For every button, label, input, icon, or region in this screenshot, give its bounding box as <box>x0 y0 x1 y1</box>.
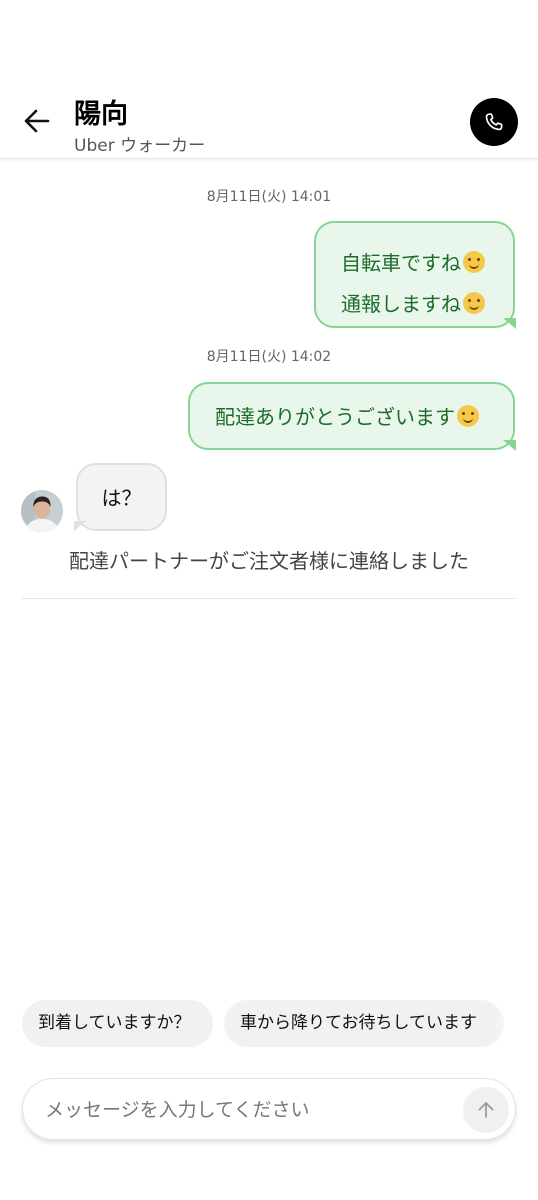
quick-replies: 到着していますか？ 車から降りてお待ちしています <box>0 1000 538 1048</box>
system-notice: 配達パートナーがご注文者様に連絡しました <box>69 549 469 573</box>
message-text: 配達ありがとうございます <box>215 405 455 429</box>
message-line: 自転車ですね <box>341 243 513 284</box>
message-timestamp: 8月11日(火) 14:02 <box>206 349 332 365</box>
contact-name: 陽向 <box>74 99 128 130</box>
message-line: 通報しますね <box>341 284 513 325</box>
message-input[interactable] <box>43 1093 447 1127</box>
contact-role: Uber ウォーカー <box>74 136 206 156</box>
person-photo-icon <box>21 490 63 532</box>
incoming-message-bubble[interactable]: は？ <box>74 463 167 531</box>
message-text: は？ <box>101 486 142 510</box>
scroll-fade <box>492 1000 538 1048</box>
call-button[interactable] <box>470 98 518 146</box>
avatar[interactable] <box>21 490 63 532</box>
divider <box>22 598 516 599</box>
message-composer <box>22 1078 516 1140</box>
chat-header: 陽向 Uber ウォーカー <box>0 0 538 159</box>
back-button[interactable] <box>20 104 54 138</box>
smile-emoji-icon <box>463 292 485 314</box>
chat-screen: 陽向 Uber ウォーカー 8月11日(火) 14:01 自転車ですね 通報しま… <box>0 0 538 1200</box>
outgoing-message-bubble[interactable]: 配達ありがとうございます <box>188 382 515 450</box>
send-button[interactable] <box>463 1087 509 1133</box>
message-timestamp: 8月11日(火) 14:01 <box>206 189 332 205</box>
arrow-up-icon <box>478 1102 494 1118</box>
smile-emoji-icon <box>457 405 479 427</box>
quick-reply-chip[interactable]: 車から降りてお待ちしています <box>224 1000 504 1047</box>
arrow-left-icon <box>24 109 50 133</box>
phone-icon <box>485 113 503 131</box>
quick-reply-chip[interactable]: 到着していますか？ <box>22 1000 213 1047</box>
smile-emoji-icon <box>463 251 485 273</box>
outgoing-message-bubble[interactable]: 自転車ですね 通報しますね <box>314 221 515 328</box>
